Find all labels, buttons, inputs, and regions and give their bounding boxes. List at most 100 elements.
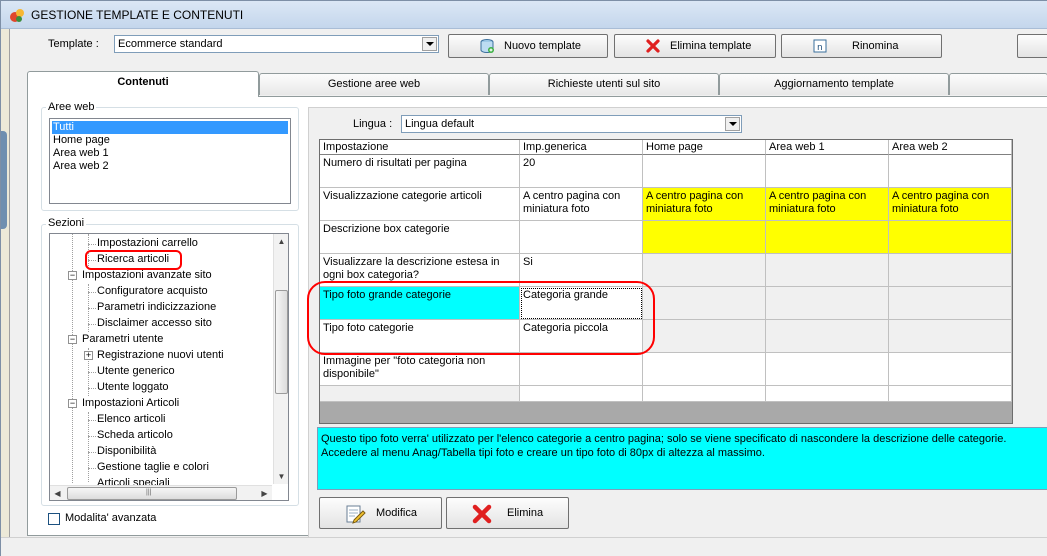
column-header[interactable]: Impostazione xyxy=(320,140,520,155)
grid-cell[interactable] xyxy=(766,221,889,254)
extra-toolbar-button[interactable] xyxy=(1017,34,1047,58)
tree-node[interactable]: Impostazioni Articoli xyxy=(82,397,179,409)
grid-cell[interactable] xyxy=(889,287,1012,320)
grid-cell[interactable] xyxy=(643,155,766,188)
delete-button[interactable]: Elimina xyxy=(446,497,569,529)
collapse-icon[interactable]: − xyxy=(68,271,77,280)
grid-cell[interactable] xyxy=(766,254,889,287)
tab-overflow[interactable] xyxy=(949,73,1047,95)
chevron-down-icon[interactable] xyxy=(725,117,740,131)
grid-cell[interactable] xyxy=(643,287,766,320)
template-select[interactable]: Ecommerce standard xyxy=(114,35,439,53)
tree-node[interactable]: Elenco articoli xyxy=(97,413,165,425)
tree-node[interactable]: Parametri indicizzazione xyxy=(97,301,216,313)
grid-cell[interactable] xyxy=(889,221,1012,254)
sezioni-tree[interactable]: Impostazioni carrello Ricerca articoli −… xyxy=(49,233,289,501)
grid-cell[interactable]: Descrizione box categorie xyxy=(320,221,520,254)
tree-guide xyxy=(88,412,89,482)
tree-node[interactable]: Articoli speciali xyxy=(97,477,170,485)
setting-description: Questo tipo foto verra' utilizzato per l… xyxy=(317,427,1047,490)
grid-cell[interactable] xyxy=(520,386,643,402)
column-header[interactable]: Area web 2 xyxy=(889,140,1012,155)
tree-node[interactable]: Utente generico xyxy=(97,365,175,377)
grid-cell[interactable]: A centro pagina con miniatura foto xyxy=(643,188,766,221)
grid-cell[interactable] xyxy=(889,254,1012,287)
scroll-down-icon[interactable]: ▼ xyxy=(274,469,289,484)
collapse-icon[interactable]: − xyxy=(68,399,77,408)
column-header[interactable]: Imp.generica xyxy=(520,140,643,155)
expand-icon[interactable]: + xyxy=(84,351,93,360)
scroll-thumb[interactable] xyxy=(275,290,288,394)
tree-node[interactable]: Impostazioni carrello xyxy=(97,237,198,249)
tree-node[interactable]: Utente loggato xyxy=(97,381,169,393)
tree-node[interactable]: Disponibilità xyxy=(97,445,156,457)
scroll-up-icon[interactable]: ▲ xyxy=(274,234,289,249)
grid-cell[interactable] xyxy=(643,221,766,254)
grid-cell[interactable] xyxy=(320,386,520,402)
tree-node[interactable]: Registrazione nuovi utenti xyxy=(97,349,224,361)
tree-node[interactable]: Gestione taglie e colori xyxy=(97,461,209,473)
scroll-left-icon[interactable]: ◀ xyxy=(50,486,65,501)
tab-contenuti[interactable]: Contenuti xyxy=(27,71,259,97)
grid-cell[interactable] xyxy=(766,320,889,353)
grid-cell[interactable]: A centro pagina con miniatura foto xyxy=(889,188,1012,221)
grid-cell[interactable] xyxy=(766,155,889,188)
grid-cell[interactable]: A centro pagina con miniatura foto xyxy=(766,188,889,221)
grid-cell[interactable] xyxy=(889,353,1012,386)
list-item[interactable]: Home page xyxy=(52,134,288,147)
annotation-highlight xyxy=(85,250,182,270)
grid-cell[interactable] xyxy=(766,353,889,386)
grid-cell[interactable]: A centro pagina con miniatura foto xyxy=(520,188,643,221)
grid-cell[interactable] xyxy=(766,287,889,320)
tree-node[interactable]: Impostazioni avanzate sito xyxy=(82,269,212,281)
collapse-icon[interactable]: − xyxy=(68,335,77,344)
rename-button[interactable]: n Rinomina xyxy=(781,34,942,58)
grid-cell[interactable]: 20 xyxy=(520,155,643,188)
rename-icon: n xyxy=(813,39,827,53)
tree-node[interactable]: Scheda articolo xyxy=(97,429,173,441)
tab-richieste-utenti[interactable]: Richieste utenti sul sito xyxy=(489,73,719,95)
aree-web-list[interactable]: Tutti Home page Area web 1 Area web 2 xyxy=(49,118,291,204)
modify-button[interactable]: Modifica xyxy=(319,497,442,529)
tab-gestione-aree-web[interactable]: Gestione aree web xyxy=(259,73,489,95)
grip-icon: ||| xyxy=(146,489,152,496)
new-template-label: Nuovo template xyxy=(504,40,582,52)
grid-cell[interactable] xyxy=(643,320,766,353)
list-item[interactable]: Tutti xyxy=(52,121,288,134)
grid-cell[interactable]: Numero di risultati per pagina xyxy=(320,155,520,188)
column-header[interactable]: Home page xyxy=(643,140,766,155)
grid-cell[interactable] xyxy=(643,353,766,386)
new-template-button[interactable]: Nuovo template xyxy=(448,34,608,58)
tree-node[interactable]: Parametri utente xyxy=(82,333,163,345)
chevron-down-icon[interactable] xyxy=(422,37,437,51)
grid-cell[interactable] xyxy=(889,386,1012,402)
grid-cell[interactable] xyxy=(520,353,643,386)
database-add-icon xyxy=(480,39,494,54)
grid-cell[interactable] xyxy=(643,254,766,287)
grid-cell[interactable]: Immagine per "foto categoria non disponi… xyxy=(320,353,520,386)
list-item[interactable]: Area web 1 xyxy=(52,147,288,160)
column-header[interactable]: Area web 1 xyxy=(766,140,889,155)
tab-aggiornamento-template[interactable]: Aggiornamento template xyxy=(719,73,949,95)
scroll-right-icon[interactable]: ▶ xyxy=(257,486,272,501)
grid-cell[interactable] xyxy=(643,386,766,402)
grid-cell[interactable] xyxy=(520,221,643,254)
list-item[interactable]: Area web 2 xyxy=(52,160,288,173)
advanced-mode-checkbox[interactable] xyxy=(48,513,60,525)
tree-vertical-scrollbar[interactable]: ▲ ▼ xyxy=(273,234,288,484)
title-bar[interactable]: GESTIONE TEMPLATE E CONTENUTI xyxy=(1,1,1047,29)
delete-template-button[interactable]: Elimina template xyxy=(614,34,776,58)
lingua-select[interactable]: Lingua default xyxy=(401,115,742,133)
tree-node[interactable]: Disclaimer accesso sito xyxy=(97,317,212,329)
bottom-strip xyxy=(1,537,1047,556)
tree-horizontal-scrollbar[interactable]: ◀ ||| ▶ xyxy=(50,485,272,500)
grid-cell[interactable] xyxy=(889,320,1012,353)
tree-node[interactable]: Configuratore acquisto xyxy=(97,285,208,297)
template-label: Template : xyxy=(48,38,99,50)
grid-cell[interactable] xyxy=(889,155,1012,188)
advanced-mode-label: Modalita' avanzata xyxy=(65,512,157,524)
aree-web-label: Aree web xyxy=(46,101,97,113)
grid-cell[interactable]: Visualizzazione categorie articoli xyxy=(320,188,520,221)
grid-cell[interactable] xyxy=(766,386,889,402)
scroll-thumb[interactable]: ||| xyxy=(67,487,237,500)
